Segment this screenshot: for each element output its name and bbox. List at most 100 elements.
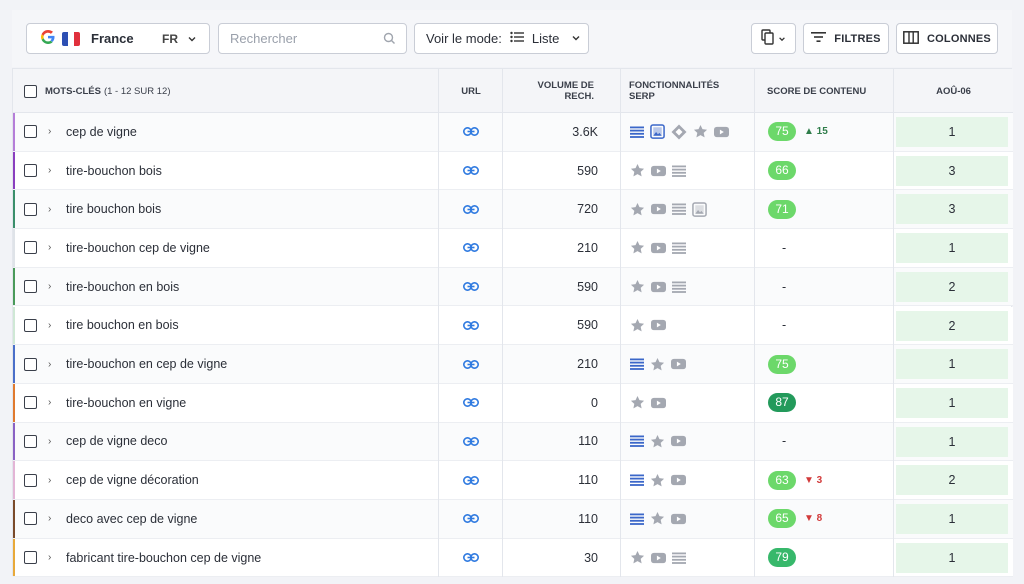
video-icon — [651, 165, 666, 177]
country-selector[interactable]: France FR — [26, 23, 210, 54]
link-icon[interactable] — [463, 553, 479, 563]
row-checkbox[interactable] — [24, 434, 37, 448]
country-code: FR — [162, 31, 178, 46]
keyword-text[interactable]: tire-bouchon cep de vigne — [66, 241, 210, 255]
row-checkbox[interactable] — [24, 473, 37, 487]
view-mode-selector[interactable]: Voir le mode: Liste — [414, 23, 589, 54]
header-keywords[interactable]: MOTS-CLÉS (1 - 12 SUR 12) — [24, 69, 434, 113]
keyword-text[interactable]: tire-bouchon en cep de vigne — [66, 357, 227, 371]
serp-features — [630, 268, 754, 306]
position-cell: 1 — [896, 542, 1008, 573]
table-row[interactable]: › tire-bouchon bois 590 66 3 — [13, 151, 1013, 191]
search-input[interactable]: Rechercher — [218, 23, 407, 54]
table-row[interactable]: › tire-bouchon en cep de vigne 210 75 1 — [13, 345, 1013, 384]
link-icon[interactable] — [463, 359, 479, 369]
row-accent — [13, 422, 15, 461]
star-icon — [650, 473, 665, 488]
row-checkbox[interactable] — [24, 164, 37, 178]
link-icon[interactable] — [463, 475, 479, 485]
row-checkbox[interactable] — [24, 512, 37, 526]
content-score: 75 — [768, 345, 892, 383]
row-checkbox[interactable] — [24, 357, 37, 371]
header-volume[interactable]: VOLUME DE RECH. — [503, 69, 620, 113]
keyword-text[interactable]: tire bouchon en bois — [66, 318, 179, 332]
row-checkbox[interactable] — [24, 241, 37, 255]
filters-button[interactable]: FILTRES — [803, 23, 889, 54]
link-icon[interactable] — [463, 398, 479, 408]
star-icon — [693, 124, 708, 139]
link-icon[interactable] — [463, 204, 479, 214]
keyword-text[interactable]: cep de vigne décoration — [66, 473, 199, 487]
table-row[interactable]: › tire-bouchon cep de vigne 210 - 1 — [13, 229, 1013, 268]
table-row[interactable]: › tire-bouchon en bois 590 - 2 — [13, 267, 1013, 307]
expand-chevron-icon[interactable]: › — [48, 436, 51, 447]
select-all-checkbox[interactable] — [24, 84, 37, 98]
keyword-text[interactable]: cep de vigne — [66, 125, 137, 139]
header-serp-features[interactable]: FONCTIONNALITÉS SERP — [629, 69, 763, 113]
row-checkbox[interactable] — [24, 280, 37, 294]
video-icon — [651, 281, 666, 293]
row-checkbox[interactable] — [24, 125, 37, 139]
keyword-text[interactable]: cep de vigne deco — [66, 434, 167, 448]
table-row[interactable]: › deco avec cep de vigne 110 65 ▼ 8 1 — [13, 500, 1013, 539]
row-checkbox[interactable] — [24, 318, 37, 332]
list-icon — [672, 552, 686, 564]
expand-chevron-icon[interactable]: › — [48, 552, 51, 563]
row-checkbox[interactable] — [24, 396, 37, 410]
table-row[interactable]: › tire bouchon en bois 590 - 2 — [13, 306, 1013, 346]
row-accent — [13, 383, 15, 422]
row-accent — [13, 345, 15, 383]
expand-chevron-icon[interactable]: › — [48, 475, 51, 486]
header-serp-line2: SERP — [629, 91, 655, 102]
row-checkbox[interactable] — [24, 202, 37, 216]
link-icon[interactable] — [463, 166, 479, 176]
link-icon[interactable] — [463, 282, 479, 292]
content-score: 65 ▼ 8 — [768, 500, 892, 538]
video-icon — [651, 319, 666, 331]
header-content-score[interactable]: SCORE DE CONTENU — [767, 69, 893, 113]
table-row[interactable]: › cep de vigne deco 110 - 1 — [13, 422, 1013, 462]
expand-chevron-icon[interactable]: › — [48, 281, 51, 292]
link-icon[interactable] — [463, 514, 479, 524]
content-score: - — [768, 268, 892, 306]
list-icon — [672, 242, 686, 254]
search-volume: 210 — [577, 357, 598, 372]
table-row[interactable]: › fabricant tire-bouchon cep de vigne 30 79… — [13, 538, 1013, 578]
keyword-text[interactable]: tire-bouchon en vigne — [66, 396, 186, 410]
image-icon — [650, 124, 665, 140]
filters-label: FILTRES — [834, 32, 881, 45]
keyword-text[interactable]: tire-bouchon en bois — [66, 280, 179, 294]
expand-chevron-icon[interactable]: › — [48, 126, 51, 137]
keyword-text[interactable]: tire bouchon bois — [66, 202, 161, 216]
position-cell: 3 — [896, 194, 1008, 225]
link-icon[interactable] — [463, 127, 479, 137]
columns-button[interactable]: COLONNES — [896, 23, 998, 54]
link-icon[interactable] — [463, 320, 479, 330]
expand-chevron-icon[interactable]: › — [48, 204, 51, 215]
row-checkbox[interactable] — [24, 551, 37, 565]
table-row[interactable]: › tire bouchon bois 720 71 3 — [13, 190, 1013, 230]
header-url[interactable]: URL — [439, 69, 503, 113]
star-icon — [630, 279, 645, 294]
search-volume: 0 — [591, 395, 598, 410]
keyword-text[interactable]: tire-bouchon bois — [66, 164, 162, 178]
expand-chevron-icon[interactable]: › — [48, 359, 51, 370]
header-date[interactable]: AOÛ-06 — [894, 69, 1013, 113]
expand-chevron-icon[interactable]: › — [48, 513, 51, 524]
link-icon[interactable] — [463, 436, 479, 446]
table-row[interactable]: › tire-bouchon en vigne 0 87 1 — [13, 383, 1013, 423]
expand-chevron-icon[interactable]: › — [48, 320, 51, 331]
expand-chevron-icon[interactable]: › — [48, 397, 51, 408]
keyword-text[interactable]: deco avec cep de vigne — [66, 512, 197, 526]
search-volume: 110 — [578, 473, 598, 488]
france-flag-icon — [62, 31, 80, 46]
expand-chevron-icon[interactable]: › — [48, 242, 51, 253]
expand-chevron-icon[interactable]: › — [48, 165, 51, 176]
keyword-text[interactable]: fabricant tire-bouchon cep de vigne — [66, 551, 261, 565]
position-cell: 1 — [896, 504, 1008, 534]
copy-button[interactable] — [751, 23, 796, 54]
table-row[interactable]: › cep de vigne décoration 110 63 ▼ 3 2 — [13, 461, 1013, 500]
link-icon[interactable] — [463, 243, 479, 253]
content-score-badge: 75 — [768, 122, 796, 142]
table-row[interactable]: › cep de vigne 3.6K 75 ▲ 15 1 — [13, 113, 1013, 152]
